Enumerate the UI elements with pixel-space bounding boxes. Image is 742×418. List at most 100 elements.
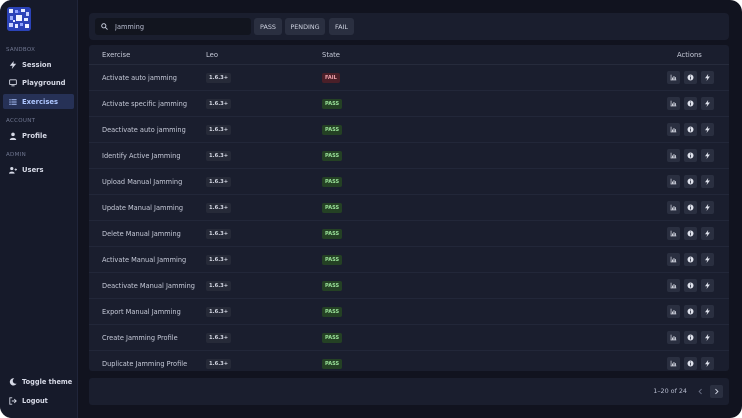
toggle-theme-button[interactable]: Toggle theme <box>3 375 74 389</box>
filter-pass-button[interactable]: PASS <box>254 18 282 35</box>
table-row[interactable]: Activate specific jamming 1.6.3+ PASS <box>89 91 729 117</box>
lightning-icon <box>705 126 710 133</box>
run-button[interactable] <box>701 279 714 292</box>
search-input[interactable] <box>115 22 245 31</box>
table-row[interactable]: Delete Manual Jamming 1.6.3+ PASS <box>89 221 729 247</box>
leo-version-badge: 1.6.3+ <box>206 333 232 343</box>
info-icon <box>687 100 694 107</box>
info-button[interactable] <box>684 331 697 344</box>
run-button[interactable] <box>701 201 714 214</box>
run-button[interactable] <box>701 97 714 110</box>
table-row[interactable]: Create Jamming Profile 1.6.3+ PASS <box>89 325 729 351</box>
table-footer: 1–20 of 24 <box>89 378 729 405</box>
filter-pending-button[interactable]: PENDING <box>285 18 325 35</box>
run-button[interactable] <box>701 149 714 162</box>
list-icon <box>9 98 17 105</box>
stats-button[interactable] <box>667 357 680 370</box>
info-icon <box>687 204 694 211</box>
table-row[interactable]: Identify Active Jamming 1.6.3+ PASS <box>89 143 729 169</box>
table-row[interactable]: Upload Manual Jamming 1.6.3+ PASS <box>89 169 729 195</box>
run-button[interactable] <box>701 123 714 136</box>
info-button[interactable] <box>684 175 697 188</box>
stats-button[interactable] <box>667 331 680 344</box>
filter-fail-button[interactable]: FAIL <box>329 18 354 35</box>
column-header-state[interactable]: State <box>322 51 340 59</box>
chart-icon <box>670 282 677 289</box>
table-row[interactable]: Update Manual Jamming 1.6.3+ PASS <box>89 195 729 221</box>
info-button[interactable] <box>684 123 697 136</box>
exercise-name: Duplicate Jamming Profile <box>102 360 188 368</box>
run-button[interactable] <box>701 71 714 84</box>
info-icon <box>687 152 694 159</box>
info-button[interactable] <box>684 279 697 292</box>
run-button[interactable] <box>701 253 714 266</box>
leo-version-badge: 1.6.3+ <box>206 255 232 265</box>
leo-version-badge: 1.6.3+ <box>206 307 232 317</box>
logout-button[interactable]: Logout <box>3 394 74 408</box>
next-page-button[interactable] <box>710 385 723 398</box>
info-button[interactable] <box>684 97 697 110</box>
chart-icon <box>670 256 677 263</box>
leo-version-badge: 1.6.3+ <box>206 281 232 291</box>
stats-button[interactable] <box>667 305 680 318</box>
stats-button[interactable] <box>667 253 680 266</box>
lightning-icon <box>705 282 710 289</box>
table-row[interactable]: Export Manual Jamming 1.6.3+ PASS <box>89 299 729 325</box>
state-badge: PASS <box>322 281 343 291</box>
chevron-right-icon <box>715 388 719 395</box>
info-button[interactable] <box>684 71 697 84</box>
lightning-icon <box>705 204 710 211</box>
column-header-leo[interactable]: Leo <box>206 51 218 59</box>
exercise-name: Delete Manual Jamming <box>102 230 181 238</box>
run-button[interactable] <box>701 305 714 318</box>
info-button[interactable] <box>684 253 697 266</box>
info-icon <box>687 178 694 185</box>
monitor-icon <box>9 78 17 86</box>
info-button[interactable] <box>684 227 697 240</box>
section-label-account: ACCOUNT <box>6 118 36 124</box>
stats-button[interactable] <box>667 149 680 162</box>
lightning-icon <box>705 334 710 341</box>
stats-button[interactable] <box>667 175 680 188</box>
run-button[interactable] <box>701 175 714 188</box>
column-header-exercise[interactable]: Exercise <box>102 51 130 59</box>
info-button[interactable] <box>684 357 697 370</box>
exercise-name: Activate auto jamming <box>102 74 177 82</box>
table-row[interactable]: Deactivate Manual Jamming 1.6.3+ PASS <box>89 273 729 299</box>
table-row[interactable]: Activate Manual Jamming 1.6.3+ PASS <box>89 247 729 273</box>
run-button[interactable] <box>701 331 714 344</box>
chart-icon <box>670 360 677 367</box>
info-button[interactable] <box>684 305 697 318</box>
stats-button[interactable] <box>667 227 680 240</box>
sidebar-item-users[interactable]: Users <box>3 162 74 177</box>
sidebar-item-label: Users <box>22 165 44 174</box>
stats-button[interactable] <box>667 71 680 84</box>
exercise-name: Update Manual Jamming <box>102 204 184 212</box>
previous-page-button[interactable] <box>694 385 707 398</box>
info-button[interactable] <box>684 149 697 162</box>
sidebar-item-playground[interactable]: Playground <box>3 75 74 90</box>
table-row[interactable]: Deactivate auto jamming 1.6.3+ PASS <box>89 117 729 143</box>
info-button[interactable] <box>684 201 697 214</box>
chart-icon <box>670 152 677 159</box>
app-logo[interactable] <box>7 7 31 31</box>
stats-button[interactable] <box>667 279 680 292</box>
leo-version-badge: 1.6.3+ <box>206 359 232 369</box>
run-button[interactable] <box>701 227 714 240</box>
sidebar-item-label: Playground <box>22 78 66 87</box>
stats-button[interactable] <box>667 201 680 214</box>
table-row[interactable]: Duplicate Jamming Profile 1.6.3+ PASS <box>89 351 729 371</box>
run-button[interactable] <box>701 357 714 370</box>
lightning-icon <box>705 308 710 315</box>
exercise-name: Activate Manual Jamming <box>102 256 187 264</box>
exercise-name: Activate specific jamming <box>102 100 188 108</box>
chart-icon <box>670 334 677 341</box>
stats-button[interactable] <box>667 97 680 110</box>
sidebar-item-exercises[interactable]: Exercises <box>3 94 74 109</box>
info-icon <box>687 360 694 367</box>
table-row[interactable]: Activate auto jamming 1.6.3+ FAIL <box>89 65 729 91</box>
moon-icon <box>9 378 17 386</box>
sidebar-item-session[interactable]: Session <box>3 57 74 72</box>
stats-button[interactable] <box>667 123 680 136</box>
sidebar-item-profile[interactable]: Profile <box>3 128 74 143</box>
